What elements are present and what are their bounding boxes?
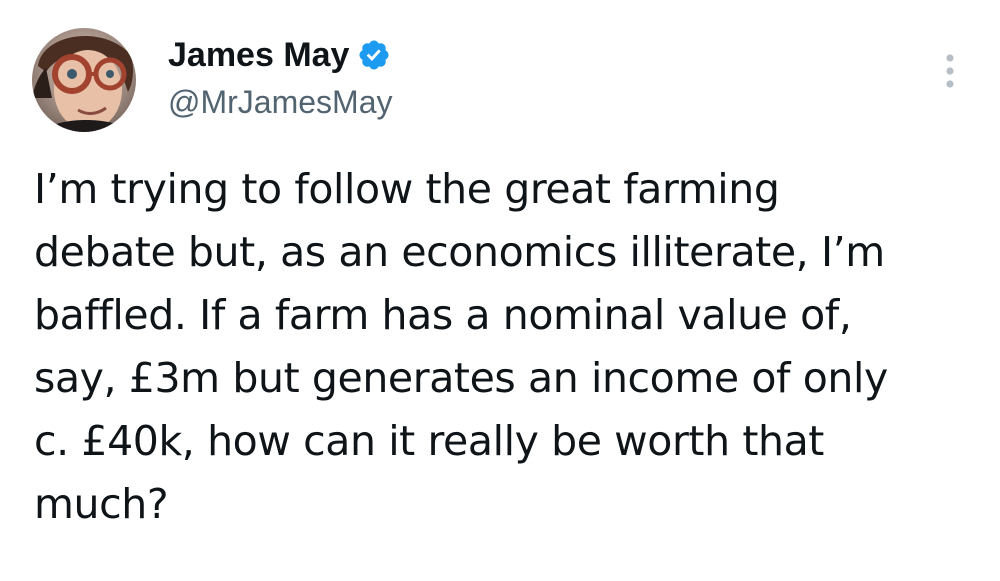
avatar-image — [32, 28, 136, 132]
author-name-row: James May — [168, 34, 391, 76]
tweet-text-line: baffled. If a farm has a nominal value o… — [34, 291, 852, 339]
tweet-text: I’m trying to follow the great farming d… — [34, 158, 964, 536]
author-handle[interactable]: @MrJamesMay — [168, 82, 393, 122]
tweet-card: James May @MrJamesMay I’m trying to foll… — [0, 0, 1000, 581]
tweet-text-line: c. £40k, how can it really be worth that — [34, 417, 824, 465]
tweet-text-line: say, £3m but generates an income of only — [34, 354, 888, 402]
tweet-text-line: much? — [34, 480, 169, 528]
more-options-icon[interactable] — [936, 52, 964, 92]
verified-badge-icon[interactable] — [357, 38, 391, 72]
author-display-name[interactable]: James May — [168, 34, 349, 76]
profile-avatar[interactable] — [32, 28, 136, 132]
tweet-text-line: debate but, as an economics illiterate, … — [34, 228, 885, 276]
tweet-text-line: I’m trying to follow the great farming — [34, 165, 780, 213]
